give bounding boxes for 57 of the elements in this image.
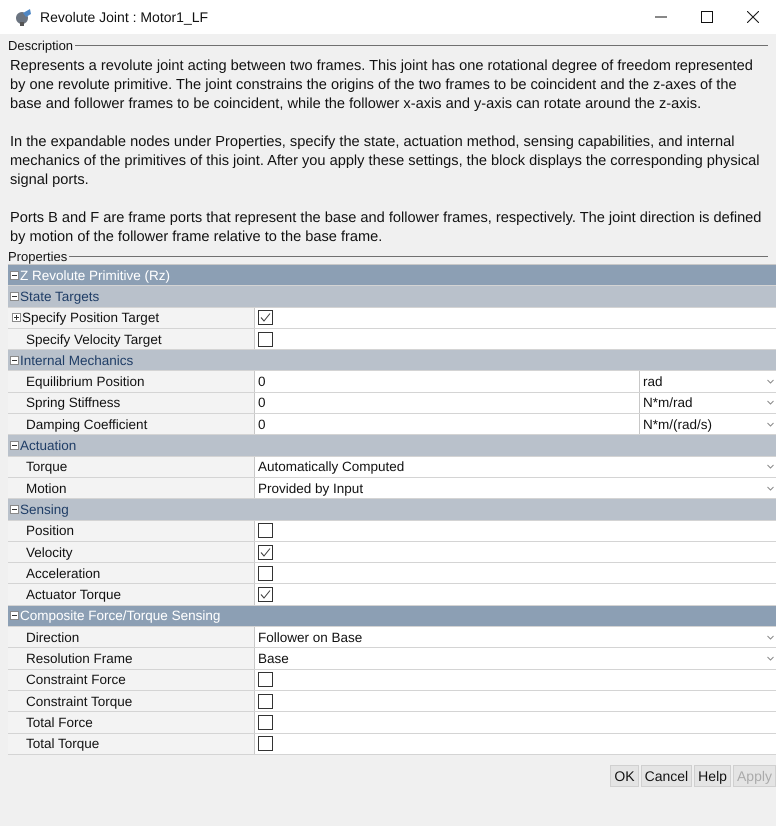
value-field[interactable]: 0 (255, 392, 640, 414)
description-text: Ports B and F are frame ports that represent the base and follower frames, respectively. The joint direction is defined by motion of the follower frame relative to the base frame. (10, 209, 762, 247)
maximize-icon[interactable] (701, 11, 713, 23)
close-icon[interactable] (747, 11, 759, 23)
expand-icon[interactable] (12, 313, 21, 322)
section-title: Actuation (20, 438, 76, 454)
section-title: Composite Force/Torque Sensing (20, 608, 220, 624)
chevron-down-icon[interactable] (767, 400, 774, 406)
collapse-icon[interactable] (10, 504, 19, 514)
window-title: Revolute Joint : Motor1_LF (40, 9, 210, 25)
collapse-icon[interactable] (10, 356, 19, 365)
checkbox[interactable] (258, 544, 273, 560)
checkbox[interactable] (258, 310, 273, 326)
unit-dropdown[interactable]: rad (640, 371, 776, 392)
checkbox[interactable] (258, 332, 273, 347)
section-title: Z Revolute Primitive (Rz) (20, 268, 170, 283)
dialog-button[interactable]: Help (694, 764, 731, 787)
section-header[interactable]: State Targets (8, 286, 776, 308)
value-field[interactable]: 0 (255, 414, 640, 434)
description-text: Represents a revolute joint acting between two frames. This joint has one rotational degree of freedom represented by one revolute primitive. The joint constrains the origins of the two frames to be coincident and the z-axes of the base and follower frames to be coincident, while the follower x-axis and y-axis can rotate around the z-axis. (10, 57, 754, 114)
checkbox[interactable] (258, 566, 273, 581)
collapse-icon[interactable] (10, 611, 19, 620)
checkbox[interactable] (258, 714, 273, 730)
group-label: Properties (8, 249, 68, 264)
chevron-down-icon[interactable] (767, 486, 774, 491)
section-header[interactable]: Internal Mechanics (8, 350, 776, 372)
section-header[interactable]: Sensing (8, 499, 776, 521)
chevron-down-icon[interactable] (767, 379, 774, 384)
value-dropdown[interactable]: Provided by Input (255, 478, 776, 498)
unit-dropdown[interactable]: N*m/rad (640, 392, 776, 414)
dialog-button[interactable]: Cancel (640, 764, 692, 787)
checkbox[interactable] (258, 523, 273, 538)
collapse-icon[interactable] (10, 441, 19, 450)
dialog-button[interactable]: OK (610, 764, 639, 787)
section-title: Internal Mechanics (20, 352, 134, 368)
section-title: State Targets (20, 288, 100, 304)
value-dropdown[interactable]: Automatically Computed (255, 456, 776, 477)
value-dropdown[interactable]: Follower on Base (255, 627, 776, 648)
section-title: Sensing (20, 502, 69, 517)
group-label: Description (8, 38, 74, 53)
checkbox[interactable] (258, 736, 273, 752)
checkbox[interactable] (258, 694, 273, 709)
chevron-down-icon[interactable] (767, 656, 774, 661)
description-text: In the expandable nodes under Properties, specify the state, actuation method, sensing capabilities, and internal mechanics of the primitives of this joint. After you apply these settings, the block displays the corresponding physical signal ports. (10, 133, 761, 190)
joint-icon (14, 8, 32, 26)
checkbox[interactable] (258, 672, 273, 688)
collapse-icon[interactable] (10, 292, 19, 301)
value-dropdown[interactable]: Base (255, 648, 776, 669)
collapse-icon[interactable] (10, 270, 19, 280)
section-header[interactable]: Actuation (8, 435, 776, 457)
value-field[interactable]: 0 (255, 371, 640, 392)
chevron-down-icon[interactable] (767, 634, 774, 640)
minimize-icon[interactable] (655, 16, 667, 18)
checkbox[interactable] (258, 587, 273, 602)
unit-dropdown[interactable]: N*m/(rad/s) (640, 414, 776, 434)
chevron-down-icon[interactable] (767, 422, 774, 427)
chevron-down-icon[interactable] (767, 464, 774, 470)
